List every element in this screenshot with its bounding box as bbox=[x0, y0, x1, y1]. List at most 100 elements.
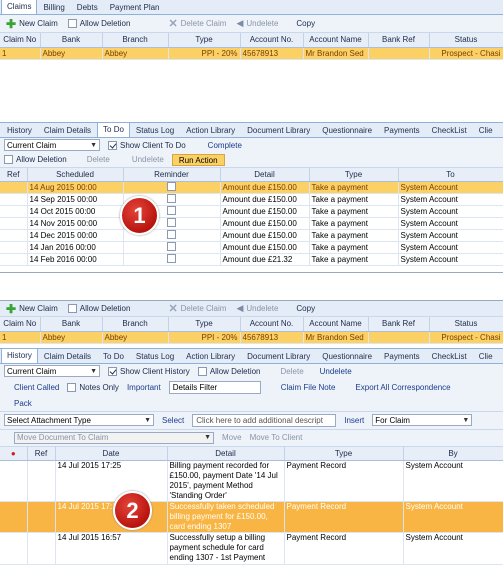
delete-claim-button[interactable]: ✕ Delete Claim bbox=[168, 303, 226, 314]
export-correspondence-button[interactable]: Export All Correspondence bbox=[355, 383, 450, 392]
pack-button[interactable]: Pack bbox=[14, 399, 32, 408]
column-header[interactable]: Account No. bbox=[240, 33, 304, 48]
column-header[interactable]: Account No. bbox=[240, 317, 304, 332]
column-header[interactable]: Type bbox=[168, 317, 241, 332]
column-header[interactable]: By bbox=[403, 446, 503, 461]
details-filter-input[interactable]: Details Filter bbox=[168, 380, 261, 394]
undelete-button[interactable]: Undelete bbox=[132, 155, 164, 164]
reminder-checkbox[interactable] bbox=[167, 242, 176, 251]
column-header[interactable]: ● bbox=[0, 446, 28, 461]
tab-action-library[interactable]: Action Library bbox=[180, 349, 241, 363]
tab-status-log[interactable]: Status Log bbox=[130, 349, 180, 363]
tab-document-library[interactable]: Document Library bbox=[241, 349, 316, 363]
reminder-checkbox[interactable] bbox=[167, 230, 176, 239]
select-button[interactable]: Select bbox=[162, 416, 184, 425]
history-allow-deletion-checkbox[interactable]: Allow Deletion bbox=[197, 366, 261, 376]
tab-checklist[interactable]: CheckList bbox=[426, 349, 473, 363]
column-header[interactable]: Account Name bbox=[303, 33, 369, 48]
column-header[interactable]: Ref bbox=[0, 167, 28, 182]
column-header[interactable]: To bbox=[398, 167, 503, 182]
tab-to-do[interactable]: To Do bbox=[97, 121, 130, 137]
tab-billing[interactable]: Billing bbox=[37, 0, 70, 14]
move-document-select[interactable]: Move Document To Claim ▼ bbox=[14, 431, 214, 444]
tab-claims[interactable]: Claims bbox=[1, 0, 38, 14]
delete-button[interactable]: Delete bbox=[87, 155, 110, 164]
column-header[interactable]: Status bbox=[429, 33, 503, 48]
allow-deletion-checkbox[interactable]: Allow Deletion bbox=[67, 19, 130, 28]
column-header[interactable]: Detail bbox=[220, 167, 310, 182]
table-row[interactable]: 14 Sep 2015 00:00 Amount due £150.00 Take … bbox=[0, 193, 503, 206]
column-header[interactable]: Type bbox=[309, 167, 399, 182]
column-header[interactable]: Bank bbox=[40, 33, 103, 48]
new-claim-button[interactable]: ✚ New Claim bbox=[6, 303, 58, 315]
undelete-button[interactable]: Undelete bbox=[320, 367, 352, 376]
column-header[interactable]: Type bbox=[168, 33, 241, 48]
notes-only-checkbox[interactable]: Notes Only bbox=[67, 382, 119, 392]
column-header[interactable]: Claim No bbox=[0, 317, 41, 332]
table-row[interactable]: 14 Jul 2015 17:18 Successfully taken sche… bbox=[0, 501, 503, 533]
tab-status-log[interactable]: Status Log bbox=[130, 123, 180, 137]
client-called-button[interactable]: Client Called bbox=[14, 383, 59, 392]
insert-button[interactable]: Insert bbox=[344, 416, 364, 425]
column-header[interactable]: Branch bbox=[102, 317, 169, 332]
column-header[interactable]: Branch bbox=[102, 33, 169, 48]
table-row[interactable]: 14 Jul 2015 17:25 Billing payment recorde… bbox=[0, 460, 503, 502]
column-header[interactable]: Date bbox=[55, 446, 168, 461]
copy-button[interactable]: Copy bbox=[296, 304, 315, 313]
todo-allow-deletion-checkbox[interactable]: Allow Deletion bbox=[4, 155, 67, 164]
reminder-checkbox[interactable] bbox=[167, 218, 176, 227]
tab-document-library[interactable]: Document Library bbox=[241, 123, 316, 137]
column-header[interactable]: Account Name bbox=[303, 317, 369, 332]
table-row[interactable]: 14 Oct 2015 00:00 Amount due £150.00 Take … bbox=[0, 205, 503, 218]
tab-history[interactable]: History bbox=[1, 347, 38, 363]
claim-filter-select[interactable]: Current Claim ▼ bbox=[4, 139, 100, 151]
copy-button[interactable]: Copy bbox=[296, 19, 315, 28]
table-row[interactable]: 14 Aug 2015 00:00 Amount due £150.00 Take … bbox=[0, 181, 503, 194]
new-claim-button[interactable]: ✚ New Claim bbox=[6, 18, 58, 30]
tab-questionnaire[interactable]: Questionnaire bbox=[316, 349, 378, 363]
show-client-history-checkbox[interactable]: Show Client History bbox=[108, 366, 190, 376]
tab-debts[interactable]: Debts bbox=[71, 0, 104, 14]
reminder-checkbox[interactable] bbox=[167, 194, 176, 203]
reminder-checkbox[interactable] bbox=[167, 182, 176, 191]
tab-payment-plan[interactable]: Payment Plan bbox=[104, 0, 166, 14]
table-row[interactable]: 1 Abbey Abbey PPI - 20% 45678913 Mr Bran… bbox=[0, 331, 503, 344]
column-header[interactable]: Claim No bbox=[0, 33, 41, 48]
tab-claim-details[interactable]: Claim Details bbox=[38, 123, 97, 137]
reminder-checkbox[interactable] bbox=[167, 254, 176, 263]
tab-history[interactable]: History bbox=[1, 123, 38, 137]
attachment-type-select[interactable]: Select Attachment Type ▼ bbox=[4, 414, 154, 426]
table-row[interactable]: 14 Jul 2015 16:57 Successfully setup a bi… bbox=[0, 532, 503, 565]
column-header[interactable]: Type bbox=[284, 446, 404, 461]
tab-checklist[interactable]: CheckList bbox=[426, 123, 473, 137]
for-claim-select[interactable]: For Claim ▼ bbox=[372, 414, 473, 426]
table-row[interactable]: 14 Jan 2016 00:00 Amount due £150.00 Take … bbox=[0, 241, 503, 254]
delete-claim-button[interactable]: ✕ Delete Claim bbox=[168, 18, 226, 29]
column-header[interactable]: Scheduled bbox=[27, 167, 124, 182]
table-row[interactable]: 14 Nov 2015 00:00 Amount due £150.00 Take … bbox=[0, 217, 503, 230]
column-header[interactable]: Bank Ref bbox=[368, 33, 430, 48]
reminder-checkbox[interactable] bbox=[167, 206, 176, 215]
claim-file-note-button[interactable]: Claim File Note bbox=[281, 383, 336, 392]
tab-payments[interactable]: Payments bbox=[378, 349, 426, 363]
column-header[interactable]: Reminder bbox=[123, 167, 221, 182]
allow-deletion-checkbox[interactable]: Allow Deletion bbox=[67, 304, 130, 313]
delete-button[interactable]: Delete bbox=[281, 367, 304, 376]
complete-button[interactable]: Complete bbox=[208, 141, 242, 150]
tab-questionnaire[interactable]: Questionnaire bbox=[316, 123, 378, 137]
table-row[interactable]: 14 Feb 2016 00:00 Amount due £21.32 Take a… bbox=[0, 253, 503, 266]
move-to-client-button[interactable]: Move To Client bbox=[250, 433, 303, 442]
column-header[interactable]: Bank Ref bbox=[368, 317, 430, 332]
run-action-button[interactable]: Run Action bbox=[171, 153, 225, 166]
tab-to-do[interactable]: To Do bbox=[97, 349, 130, 363]
column-header[interactable]: Detail bbox=[167, 446, 285, 461]
column-header[interactable]: Status bbox=[429, 317, 503, 332]
tab-action-library[interactable]: Action Library bbox=[180, 123, 241, 137]
description-input[interactable]: Click here to add additional descript bbox=[192, 413, 337, 427]
show-client-todo-checkbox[interactable]: Show Client To Do bbox=[108, 140, 186, 150]
undelete-button[interactable]: ◀ Undelete bbox=[236, 18, 278, 29]
important-button[interactable]: Important bbox=[127, 383, 161, 392]
table-row[interactable]: 1 Abbey Abbey PPI - 20% 45678913 Mr Bran… bbox=[0, 47, 503, 60]
table-row[interactable]: 14 Dec 2015 00:00 Amount due £150.00 Take … bbox=[0, 229, 503, 242]
undelete-button[interactable]: ◀ Undelete bbox=[236, 303, 278, 314]
